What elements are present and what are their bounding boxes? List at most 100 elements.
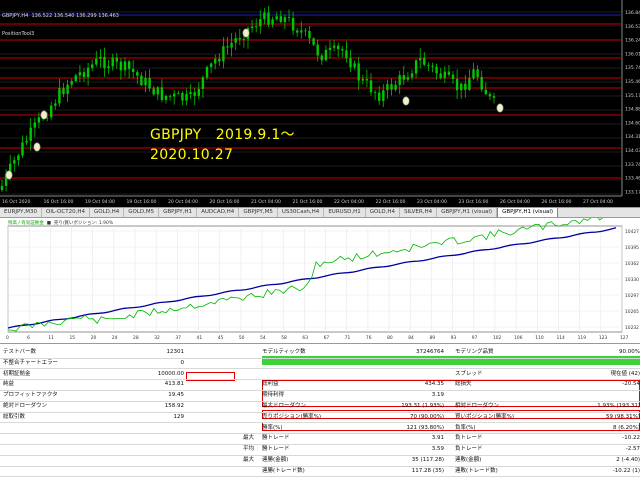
candle-body — [263, 12, 266, 20]
candle-body — [13, 160, 16, 164]
tab-chart-9[interactable]: GOLD,H4 — [366, 208, 401, 217]
candle-body — [464, 83, 467, 90]
tab-chart-4[interactable]: GBPJPY,H1 — [159, 208, 198, 217]
equity-x-label: 84 — [408, 335, 414, 341]
candle-body — [70, 81, 73, 85]
equity-y-label: 10265 — [625, 309, 639, 315]
equity-x-label: 32 — [154, 335, 160, 341]
candle-body — [439, 73, 442, 78]
candle-body — [86, 67, 90, 78]
legend-positions: 売り/買いポジション: 1.90% — [53, 221, 114, 226]
candle-body — [193, 92, 196, 96]
candle-body — [369, 80, 373, 93]
report-value: 121 (93.80%) — [406, 424, 444, 431]
report-label: 最大ドローダウン — [262, 403, 307, 409]
candle-body — [291, 18, 295, 31]
candle-body — [419, 58, 422, 61]
report-label: プロフィットファクタ — [3, 392, 58, 399]
candle-body — [328, 47, 332, 50]
candle-body — [332, 45, 336, 48]
tab-chart-10[interactable]: SILVER,H4 — [400, 208, 438, 217]
time-label: 20 Oct 16:00 — [210, 199, 240, 205]
time-label: 19 Oct 16:00 — [127, 199, 157, 205]
tab-chart-1[interactable]: OIL-OCT20,H4 — [42, 208, 90, 217]
report-label: モデルティック数 — [262, 349, 306, 355]
equity-y-label: 10232 — [625, 325, 639, 331]
row-separator — [0, 454, 640, 456]
time-label: 16 Oct 16:00 — [44, 199, 74, 205]
report-label: 期待利得 — [262, 392, 285, 399]
tab-chart-6[interactable]: GBPJPY,M5 — [239, 208, 278, 217]
report-value: 3.59 — [431, 446, 444, 453]
time-label: 26 Oct 16:00 — [542, 199, 572, 205]
candle-body — [279, 16, 282, 23]
candle-body — [324, 49, 328, 61]
tab-chart-5[interactable]: AUDCAD,H4 — [197, 208, 240, 217]
chart-ea-name: PositionTool3 — [2, 31, 35, 37]
candle-body — [267, 12, 270, 25]
report-value: 現在値 (42) — [610, 370, 640, 377]
row-separator — [0, 357, 640, 359]
price-label: 134.600 — [625, 120, 640, 126]
report-label: 純益 — [3, 381, 15, 388]
trade-marker-icon[interactable] — [242, 28, 250, 38]
equity-x-label: 119 — [578, 335, 587, 341]
tab-chart-3[interactable]: GOLD,M5 — [124, 208, 160, 217]
trade-marker-icon[interactable] — [496, 103, 504, 113]
trade-marker-icon[interactable] — [40, 110, 48, 120]
candle-body — [488, 94, 492, 97]
price-label: 136.245 — [625, 38, 640, 44]
equity-y-label: 10427 — [625, 229, 639, 235]
price-label: 136.845 — [625, 10, 640, 16]
candle-body — [287, 17, 291, 19]
tab-chart-11[interactable]: GBPJPY,H1 (visual) — [437, 208, 498, 217]
report-label: 連敗(トレード数) — [455, 467, 498, 474]
report-value: 434.35 — [424, 381, 444, 388]
tab-chart-7[interactable]: US30Cash,H4 — [278, 208, 325, 217]
candle-body — [238, 38, 241, 40]
candle-body — [177, 92, 180, 94]
candle-body — [201, 77, 205, 89]
tab-chart-12[interactable]: GBPJPY,H1 (visual) — [497, 208, 559, 217]
candle-body — [21, 142, 24, 156]
candle-body — [255, 26, 258, 28]
report-value: 0 — [180, 359, 185, 366]
candle-body — [140, 75, 143, 86]
equity-x-label: 37 — [175, 335, 181, 341]
trade-marker-icon[interactable] — [33, 142, 41, 152]
equity-x-label: 71 — [345, 335, 351, 341]
row-separator — [0, 400, 640, 402]
candle-body — [484, 89, 487, 95]
tab-chart-0[interactable]: EURJPY,M30 — [0, 208, 42, 217]
report-label: 初期証拠金 — [3, 370, 31, 377]
report-label: 負トレード — [455, 446, 483, 453]
tab-chart-8[interactable]: EURUSD,H1 — [324, 208, 366, 217]
time-label: 16 Oct 2020 — [2, 199, 30, 205]
candle-body — [259, 19, 262, 27]
report-label: 勝率(%) — [262, 424, 283, 431]
report-label: 連敗(金額) — [455, 457, 482, 463]
price-label: 134.315 — [625, 134, 640, 140]
candle-body — [275, 16, 278, 20]
time-label: 22 Oct 16:00 — [376, 199, 406, 205]
candle-body — [132, 68, 135, 73]
candle-body — [50, 105, 53, 118]
report-label: 負トレード — [455, 435, 483, 442]
report-label: 負率(%) — [455, 424, 476, 431]
candle-body — [250, 26, 254, 29]
equity-x-label: 20 — [91, 335, 97, 341]
candle-body — [33, 122, 36, 128]
tab-chart-2[interactable]: GOLD,H4 — [90, 208, 125, 217]
candle-body — [185, 93, 188, 101]
equity-x-label: 102 — [493, 335, 502, 341]
candle-body — [29, 127, 32, 141]
report-value: 37246764 — [416, 349, 444, 355]
trade-marker-icon[interactable] — [402, 96, 410, 106]
trade-marker-icon[interactable] — [5, 170, 13, 180]
candle-body — [156, 87, 159, 95]
report-label: 連勝(金額) — [262, 457, 289, 463]
report-label: テストバー数 — [3, 349, 37, 355]
candle-body — [62, 88, 65, 95]
row-separator — [0, 444, 640, 445]
price-chart[interactable]: 136.845 136.530 136.245 136.015 135.740 135.4… — [0, 0, 640, 207]
